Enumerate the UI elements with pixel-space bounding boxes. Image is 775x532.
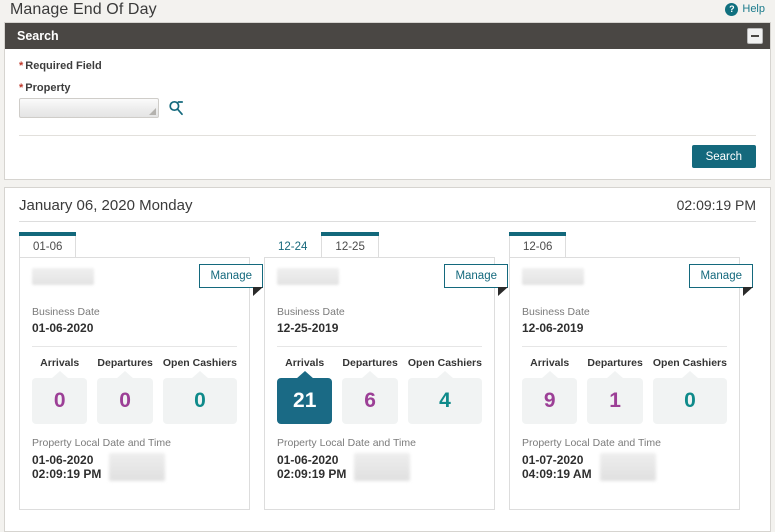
stat-label-arrivals: Arrivals [530,357,570,369]
local-datetime-row: 01-06-2020 02:09:19 PM [277,449,482,481]
local-datetime-label: Property Local Date and Time [32,437,171,449]
property-name-redacted [522,268,584,285]
property-card: 12-24 12-25 Manage Business Date 12-25-2019 A… [264,232,508,510]
stat-open-cashiers: Open Cashiers 0 [162,357,237,424]
stat-departures: Departures 0 [97,357,153,424]
stat-label-open-cashiers: Open Cashiers [652,357,727,369]
stat-value-departures[interactable]: 6 [342,378,398,424]
stat-value-departures[interactable]: 0 [97,378,153,424]
business-date-label: Business Date [522,306,590,318]
stat-value-open-cashiers[interactable]: 0 [162,378,237,424]
stat-value-arrivals[interactable]: 9 [522,378,578,424]
card-divider [522,346,727,347]
manage-button[interactable]: Manage [444,264,508,296]
card-stats: Arrivals 21 Departures 6 Open Cashiers 4 [277,357,482,424]
minimize-icon[interactable] [747,28,763,44]
help-label: Help [742,3,765,15]
property-label: * Property [19,82,756,94]
card-tabs: 12-24 12-25 [264,232,495,258]
property-card: 01-06 Manage Business Date 01-06-2020 Arriva… [19,232,263,510]
results-date: January 06, 2020 Monday [19,197,193,214]
results-panel: January 06, 2020 Monday 02:09:19 PM 01-0… [4,187,771,532]
card-tabs: 12-06 [509,232,740,258]
stat-label-open-cashiers: Open Cashiers [407,357,482,369]
local-datetime-value: 01-06-2020 02:09:19 PM [277,452,347,481]
search-icon[interactable] [168,100,184,116]
property-input[interactable] [19,98,159,118]
stat-value-open-cashiers[interactable]: 0 [652,378,727,424]
local-datetime-value: 01-06-2020 02:09:19 PM [32,452,102,481]
stat-value-departures[interactable]: 1 [587,378,643,424]
property-name-redacted [32,268,94,285]
card-stats: Arrivals 0 Departures 0 Open Cashiers 0 [32,357,237,424]
card-body: Manage Business Date 12-06-2019 Arrivals 9 De… [509,257,753,510]
search-button[interactable]: Search [691,145,756,168]
tab-12-24[interactable]: 12-24 [264,235,321,258]
card-body: Manage Business Date 12-25-2019 Arrivals 21 D… [264,257,508,510]
card-divider [32,346,237,347]
stat-arrivals: Arrivals 9 [522,357,578,424]
manage-button[interactable]: Manage [199,264,263,296]
stat-label-departures: Departures [342,357,398,369]
stat-departures: Departures 6 [342,357,398,424]
card-tabs: 01-06 [19,232,250,258]
stat-label-arrivals: Arrivals [40,357,80,369]
stat-value-open-cashiers[interactable]: 4 [407,378,482,424]
property-field-row [19,98,756,118]
card-body: Manage Business Date 01-06-2020 Arrivals 0 De… [19,257,263,510]
stat-open-cashiers: Open Cashiers 0 [652,357,727,424]
required-field-label: Required Field [25,60,102,72]
business-date-label: Business Date [32,306,100,318]
business-date-value: 12-06-2019 [522,321,584,335]
stat-label-arrivals: Arrivals [285,357,325,369]
stat-label-open-cashiers: Open Cashiers [162,357,237,369]
card-divider [277,346,482,347]
stat-value-arrivals[interactable]: 21 [277,378,333,424]
stat-departures: Departures 1 [587,357,643,424]
tab-01-06[interactable]: 01-06 [19,232,77,258]
tab-12-25[interactable]: 12-25 [321,232,380,258]
results-time: 02:09:19 PM [676,197,756,213]
stat-arrivals: Arrivals 0 [32,357,88,424]
search-panel-title: Search [17,29,59,43]
business-date-value: 12-25-2019 [277,321,339,335]
results-header: January 06, 2020 Monday 02:09:19 PM [5,188,770,221]
card-stats: Arrivals 9 Departures 1 Open Cashiers 0 [522,357,727,424]
stat-arrivals: Arrivals 21 [277,357,333,424]
timezone-redacted [109,453,166,481]
question-circle-icon: ? [725,2,739,16]
stat-label-departures: Departures [97,357,153,369]
business-date-label: Business Date [277,306,345,318]
search-panel: Search * Required Field * Property Search [4,22,771,180]
property-name-redacted [277,268,339,285]
help-link[interactable]: ? Help [725,0,765,18]
timezone-redacted [599,453,656,481]
required-field-note: * Required Field [19,60,756,72]
search-panel-actions: Search [5,136,770,179]
page-title: Manage End Of Day [10,1,157,18]
manage-button[interactable]: Manage [689,264,753,296]
page-header: Manage End Of Day ? Help [0,0,775,22]
property-card: 12-06 Manage Business Date 12-06-2019 Arriva… [509,232,753,510]
stat-value-arrivals[interactable]: 0 [32,378,88,424]
local-datetime-label: Property Local Date and Time [277,437,416,449]
local-datetime-value: 01-07-2020 04:09:19 AM [522,452,592,481]
business-date-value: 01-06-2020 [32,321,94,335]
local-datetime-row: 01-07-2020 04:09:19 AM [522,449,727,481]
property-label-text: Property [25,82,71,94]
local-datetime-row: 01-06-2020 02:09:19 PM [32,449,237,481]
stat-open-cashiers: Open Cashiers 4 [407,357,482,424]
local-datetime-label: Property Local Date and Time [522,437,661,449]
tab-12-06[interactable]: 12-06 [509,232,567,258]
search-panel-header: Search [5,23,770,49]
property-cards: 01-06 Manage Business Date 01-06-2020 Arriva… [5,222,770,510]
required-asterisk: * [19,60,24,72]
stat-label-departures: Departures [587,357,643,369]
search-panel-body: * Required Field * Property [5,49,770,118]
required-asterisk: * [19,82,24,94]
timezone-redacted [354,453,411,481]
